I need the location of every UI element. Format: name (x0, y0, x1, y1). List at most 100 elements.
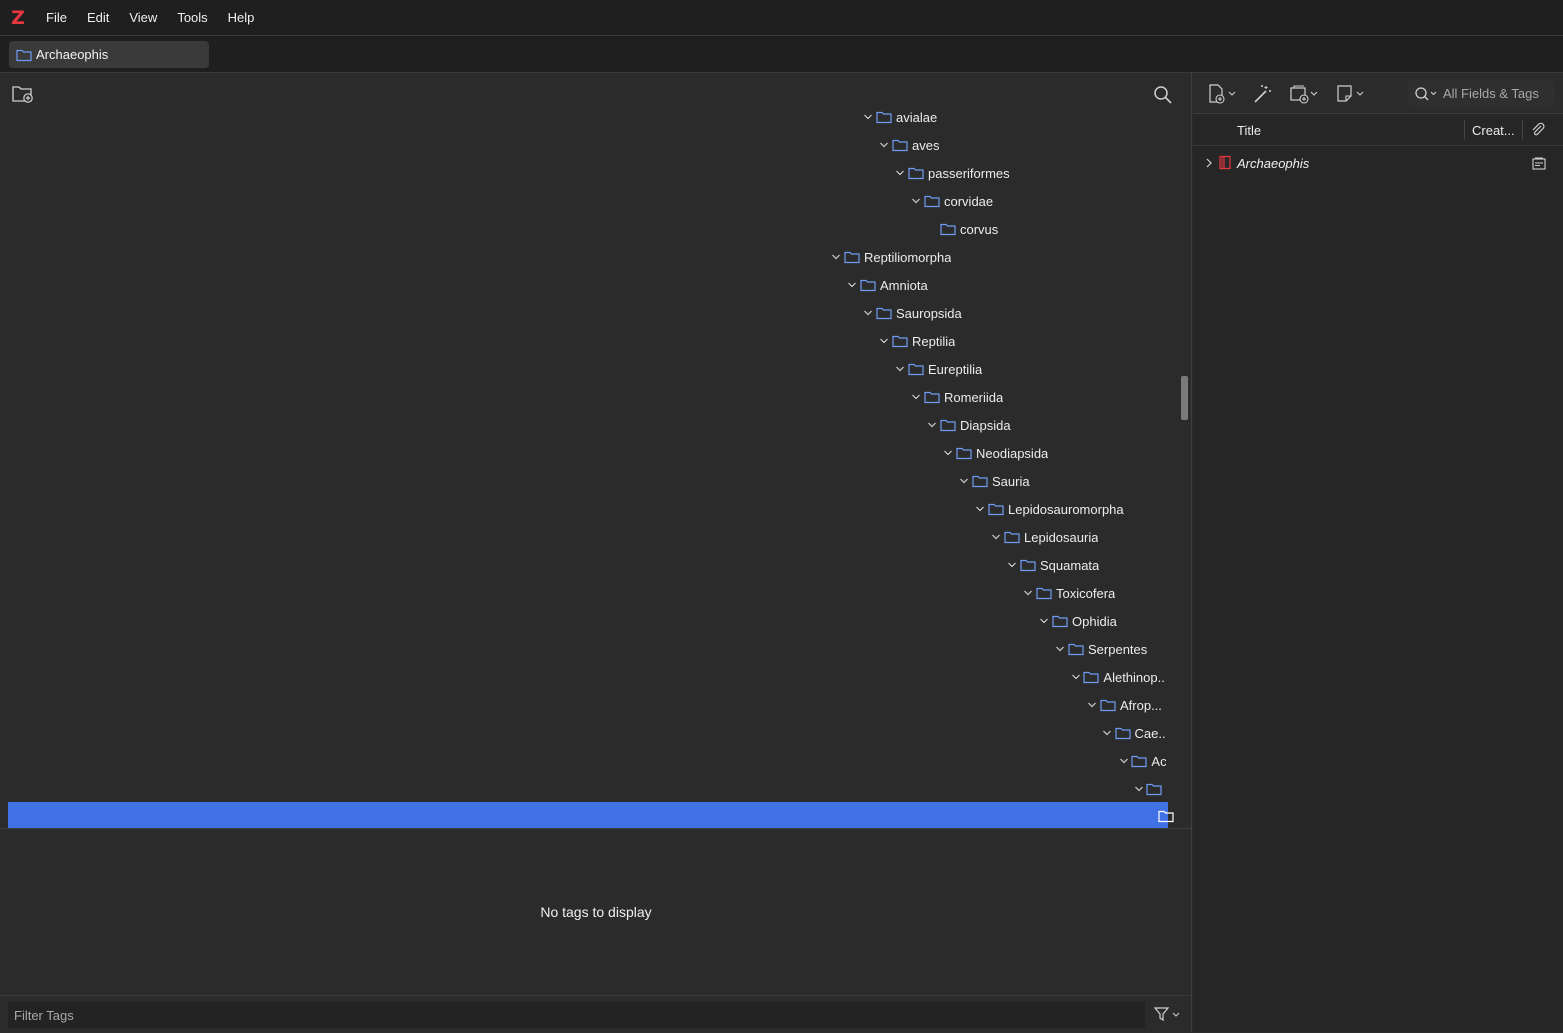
collection-tree-row[interactable]: corvus (924, 215, 1166, 243)
chevron-down-icon[interactable] (1020, 585, 1036, 601)
chevron-down-icon[interactable] (844, 277, 860, 293)
chevron-right-icon[interactable] (1203, 157, 1215, 169)
chevron-down-icon[interactable] (972, 501, 988, 517)
item-search-box[interactable] (1408, 80, 1555, 107)
collection-tree-row[interactable]: Neodiapsida (940, 439, 1166, 467)
collection-tree-row[interactable]: Reptilia (876, 327, 1166, 355)
chevron-down-icon[interactable] (892, 165, 908, 181)
chevron-down-icon[interactable] (1100, 725, 1115, 741)
chevron-down-icon[interactable] (1004, 557, 1020, 573)
collection-tree-row[interactable]: Eureptilia (892, 355, 1166, 383)
collection-tree-row[interactable]: Serpentes (1052, 635, 1166, 663)
chevron-down-icon[interactable] (1132, 781, 1146, 797)
column-divider[interactable] (1464, 120, 1465, 140)
collection-tree-row[interactable]: Lepidosauria (988, 523, 1166, 551)
collections-pane: avialae aves passeriformes corvidae corvus Re… (0, 73, 1192, 1032)
menu-edit[interactable]: Edit (77, 0, 119, 36)
folder-icon (956, 446, 972, 460)
collection-tree-row[interactable]: Afrop... (1084, 691, 1166, 719)
column-header-attachments[interactable] (1530, 122, 1546, 138)
collection-label: Alethinop... (1103, 669, 1166, 685)
collection-label: corvus (960, 221, 999, 237)
folder-icon (924, 390, 940, 404)
collection-tree-row[interactable]: corvidae (908, 187, 1166, 215)
new-item-button[interactable] (1205, 81, 1239, 107)
collection-label: Lepidosauromorpha (1008, 501, 1124, 517)
chevron-down-icon[interactable] (1084, 697, 1100, 713)
collection-tree-row[interactable]: Ophidia (1036, 607, 1166, 635)
search-mode-button[interactable] (1413, 85, 1439, 103)
collection-tree-row[interactable]: Diapsida (924, 411, 1166, 439)
folder-icon (16, 49, 32, 61)
collection-tree-selected-row[interactable] (8, 802, 1174, 828)
collection-label: Diapsida (960, 417, 1011, 433)
folder-icon (924, 194, 940, 208)
chevron-down-icon[interactable] (860, 305, 876, 321)
chevron-down-icon[interactable] (1068, 669, 1083, 685)
folder-icon (940, 222, 956, 236)
paperclip-icon (1532, 122, 1545, 136)
collection-tree-row[interactable]: Cae... (1100, 719, 1166, 747)
collection-tree-row[interactable]: aves (876, 131, 1166, 159)
chevron-down-icon[interactable] (892, 361, 908, 377)
chevron-down-icon[interactable] (876, 137, 892, 153)
item-row[interactable]: Archaeophis (1193, 150, 1563, 176)
folder-icon (1131, 754, 1148, 768)
collection-tree-row[interactable]: Ac (1116, 747, 1166, 775)
collection-label: Lepidosauria (1024, 529, 1099, 545)
collection-tree-row[interactable]: Toxicofera (1020, 579, 1166, 607)
chevron-down-icon[interactable] (1052, 641, 1068, 657)
menu-view[interactable]: View (119, 0, 167, 36)
collection-tree-row[interactable]: passeriformes (892, 159, 1166, 187)
folder-icon (892, 334, 908, 348)
collection-tree-row[interactable]: Sauropsida (860, 299, 1166, 327)
menu-help[interactable]: Help (218, 0, 265, 36)
collection-tree-row[interactable]: Amniota (844, 271, 1166, 299)
chevron-down-icon[interactable] (924, 417, 940, 433)
folder-icon (844, 250, 860, 264)
collection-tree-row[interactable]: Squamata (1004, 551, 1166, 579)
chevron-down-icon[interactable] (908, 193, 924, 209)
collection-tree-row[interactable]: Reptiliomorpha (828, 243, 1166, 271)
menu-tools[interactable]: Tools (167, 0, 217, 36)
chevron-down-icon[interactable] (828, 249, 844, 265)
tab-library[interactable]: Archaeophis (9, 41, 209, 68)
chevron-down-icon[interactable] (1116, 753, 1131, 769)
column-header-creator[interactable]: Creat... (1472, 123, 1515, 138)
items-column-header: Title Creat... (1193, 114, 1563, 146)
chevron-down-icon[interactable] (908, 389, 924, 405)
tag-selector: No tags to display (0, 828, 1192, 1032)
tag-filter-input[interactable] (8, 1002, 1145, 1028)
collection-label: Cae... (1134, 725, 1166, 741)
menu-bar: Z File Edit View Tools Help (0, 0, 1563, 36)
menu-file[interactable]: File (36, 0, 77, 36)
tab-label: Archaeophis (36, 47, 109, 62)
collection-tree-row[interactable]: Lepidosauromorpha (972, 495, 1166, 523)
chevron-down-icon[interactable] (1036, 613, 1052, 629)
tab-bar: Archaeophis (0, 36, 1563, 73)
chevron-down-icon[interactable] (940, 445, 956, 461)
collection-tree-row[interactable]: Alethinop... (1068, 663, 1166, 691)
collection-tree-row[interactable]: Sauria (956, 467, 1166, 495)
column-header-title[interactable]: Title (1237, 123, 1261, 138)
collection-tree-scrollbar[interactable] (1181, 376, 1188, 420)
folder-icon (1146, 782, 1162, 796)
column-divider[interactable] (1522, 120, 1523, 140)
chevron-down-icon[interactable] (876, 333, 892, 349)
collection-tree-row[interactable]: avialae (860, 103, 1166, 131)
items-toolbar (1193, 73, 1563, 114)
item-search-input[interactable] (1443, 86, 1555, 101)
attachment-snapshot-icon[interactable] (1532, 157, 1546, 170)
collection-tree[interactable]: avialae aves passeriformes corvidae corvus Re… (0, 103, 1180, 831)
tag-actions-button[interactable] (1153, 1005, 1183, 1025)
new-attachment-button[interactable] (1287, 81, 1321, 107)
chevron-down-icon[interactable] (956, 473, 972, 489)
new-collection-button[interactable] (11, 83, 35, 105)
add-by-identifier-button[interactable] (1251, 81, 1275, 107)
chevron-down-icon[interactable] (988, 529, 1004, 545)
collection-tree-row[interactable] (1132, 775, 1166, 803)
new-note-button[interactable] (1333, 81, 1367, 107)
collection-tree-row[interactable]: Romeriida (908, 383, 1166, 411)
chevron-down-icon[interactable] (860, 109, 876, 125)
